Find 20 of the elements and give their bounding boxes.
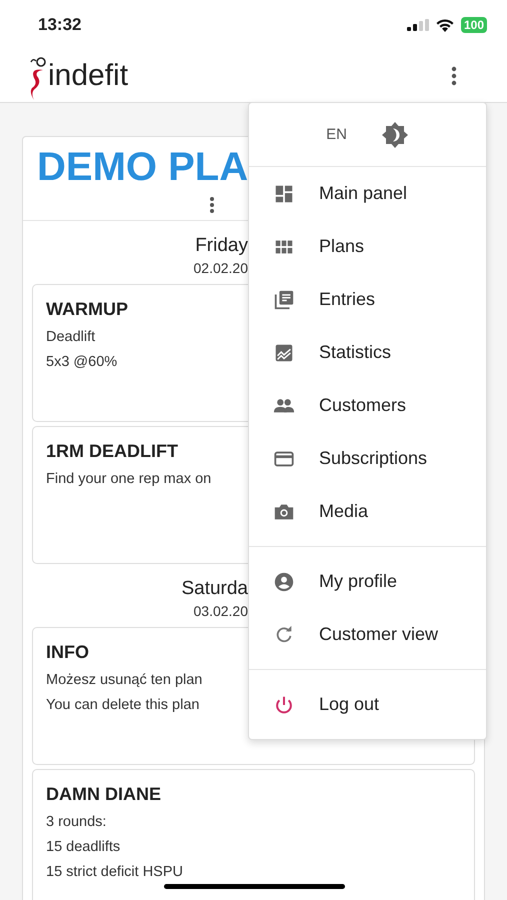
day-name: Friday: [195, 235, 248, 257]
day-date: 02.02.20: [194, 260, 248, 276]
entry-title: WARMUP: [46, 299, 128, 320]
logo-text: indefit: [48, 59, 128, 93]
entry-text: 15 deadlifts: [46, 839, 120, 855]
entry-text: 3 rounds:: [46, 814, 106, 830]
entry-text: Możesz usunąć ten plan: [46, 672, 202, 688]
day-name: Saturda: [181, 578, 248, 600]
entry-text: 15 strict deficit HSPU: [46, 864, 183, 880]
entry-text: Deadlift: [46, 329, 96, 345]
entry-text: 5x3 @60%: [46, 354, 118, 370]
entry-text: You can delete this plan: [46, 697, 200, 713]
entry-title: 1RM DEADLIFT: [46, 441, 178, 462]
plan-title: DEMO PLA: [37, 145, 248, 190]
day-date: 03.02.20: [194, 603, 248, 619]
entry-title: INFO: [46, 642, 89, 663]
entry-text: Find your one rep max on: [46, 471, 212, 487]
status-time: 13:32: [38, 15, 82, 35]
battery-level: 100: [460, 17, 487, 33]
entry-title: DAMN DIANE: [46, 784, 161, 805]
